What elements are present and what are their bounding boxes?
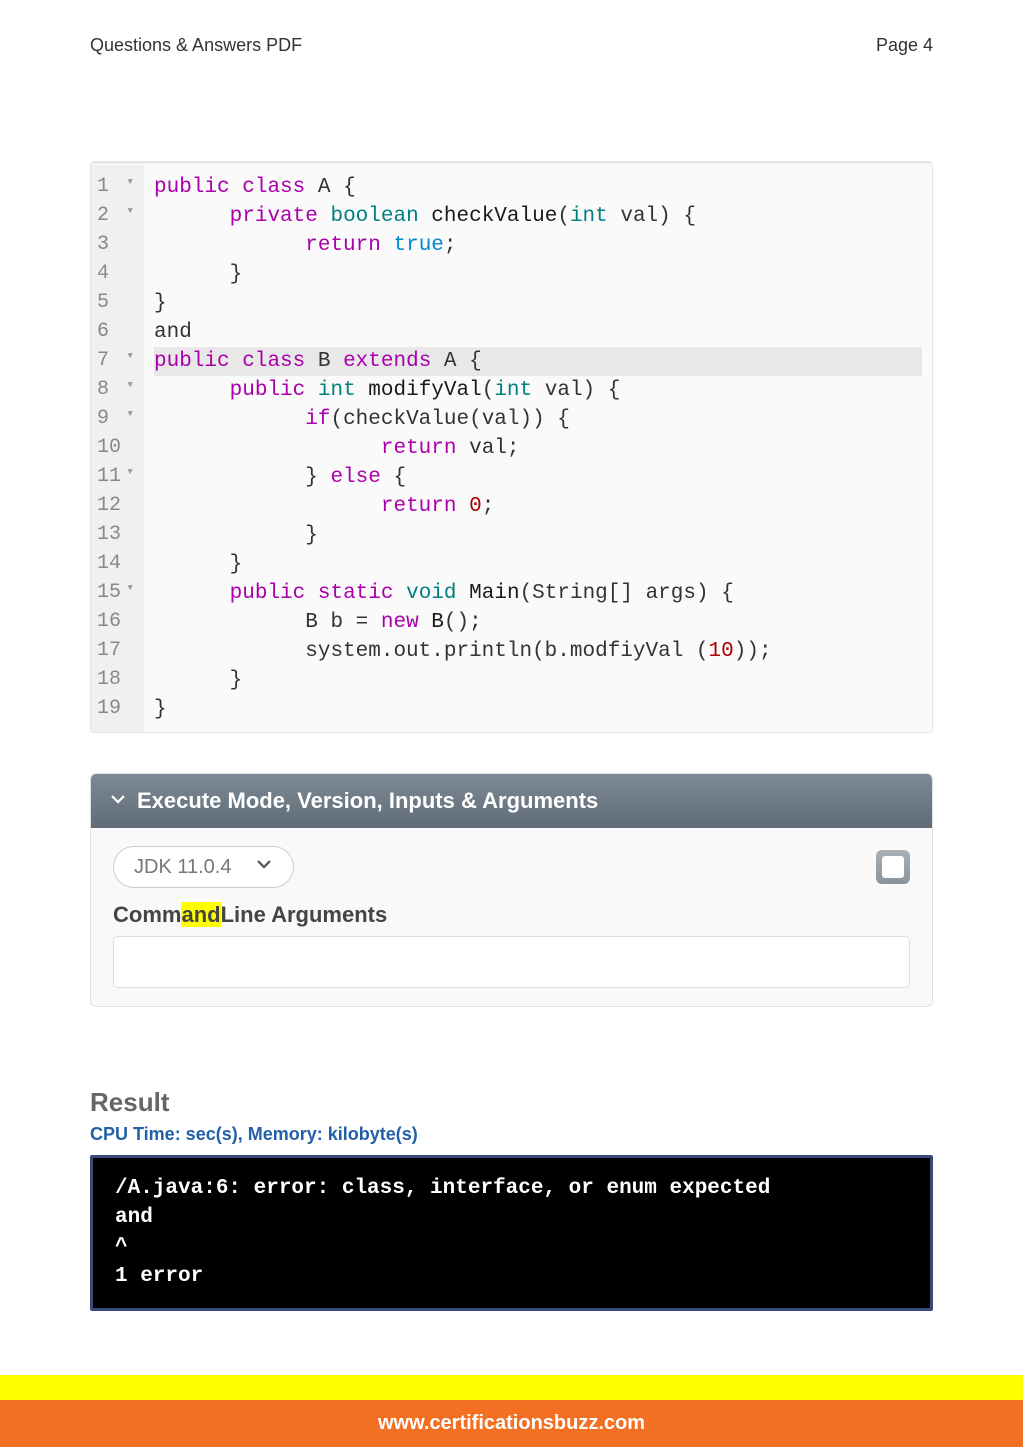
jdk-select[interactable]: JDK 11.0.4 [113,846,294,888]
exec-panel: Execute Mode, Version, Inputs & Argument… [90,773,933,1007]
jdk-label: JDK 11.0.4 [134,856,231,879]
footer-url: www.certificationsbuzz.com [0,1400,1023,1447]
code-editor[interactable]: 1▾2▾34567▾8▾9▾1011▾12131415▾16171819 pub… [91,165,932,732]
header-right: Page 4 [876,35,933,56]
header-left: Questions & Answers PDF [90,35,302,56]
result-title: Result [90,1087,933,1118]
interactive-checkbox[interactable] [876,850,910,884]
footer: www.certificationsbuzz.com [0,1375,1023,1447]
cmdline-label: CommandLine Arguments [113,902,910,928]
chevron-down-icon [255,855,273,879]
code-gutter: 1▾2▾34567▾8▾9▾1011▾12131415▾16171819 [91,165,144,732]
result-subtitle: CPU Time: sec(s), Memory: kilobyte(s) [90,1124,933,1145]
exec-title: Execute Mode, Version, Inputs & Argument… [137,788,598,814]
terminal-output: /A.java:6: error: class, interface, or e… [90,1155,933,1311]
code-panel: 1▾2▾34567▾8▾9▾1011▾12131415▾16171819 pub… [90,161,933,733]
chevron-down-icon [109,788,127,814]
cmdline-input[interactable] [113,936,910,988]
code-body: public class A { private boolean checkVa… [144,165,932,732]
exec-header[interactable]: Execute Mode, Version, Inputs & Argument… [91,774,932,828]
